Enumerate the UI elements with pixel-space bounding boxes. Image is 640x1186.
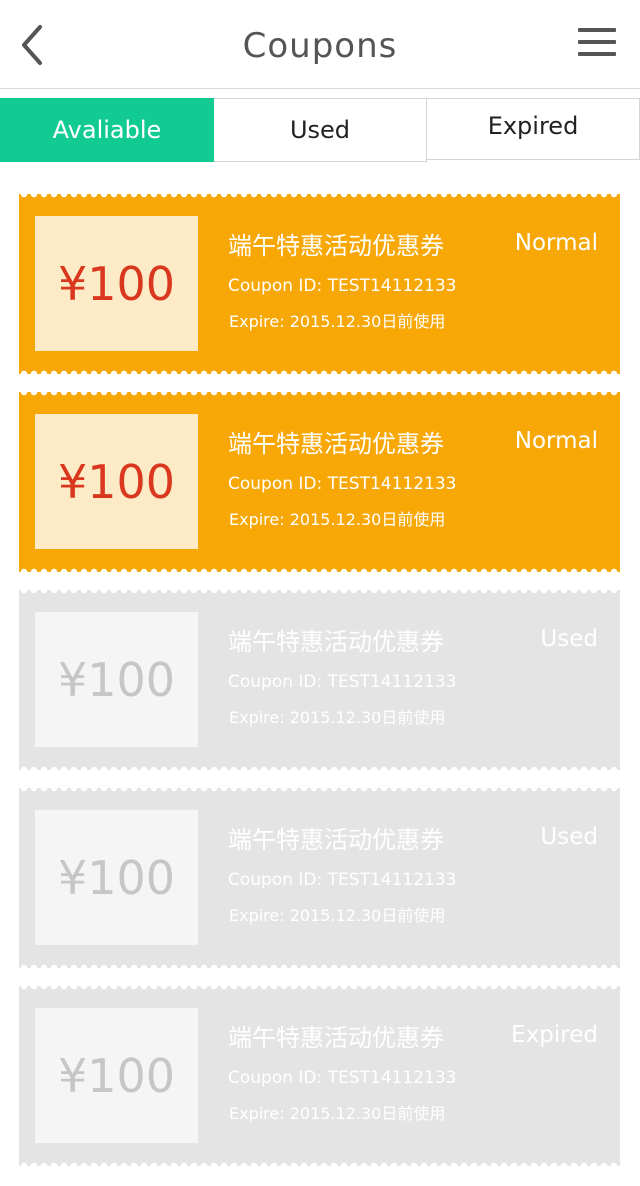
hamburger-menu-icon xyxy=(578,28,616,56)
tab-available[interactable]: Avaliable xyxy=(0,98,214,162)
coupon-title: 端午特惠活动优惠券 xyxy=(228,1024,444,1052)
menu-button[interactable] xyxy=(572,22,622,66)
coupon-status: Used xyxy=(540,626,598,652)
coupon-edge-bottom xyxy=(19,368,620,374)
coupon-expire: Expire: 2015.12.30日前使用 xyxy=(229,906,446,925)
coupon-tabs: Avaliable Used Expired xyxy=(0,98,640,162)
coupon-body: ¥100 端午特惠活动优惠券 Used Coupon ID: TEST14112… xyxy=(19,792,620,964)
coupon-amount: ¥100 xyxy=(35,810,198,945)
coupon-expire: Expire: 2015.12.30日前使用 xyxy=(229,510,446,529)
coupon-edge-bottom xyxy=(19,566,620,572)
coupon-edge-bottom xyxy=(19,1160,620,1166)
coupon-id: Coupon ID: TEST14112133 xyxy=(228,276,457,296)
coupon-card[interactable]: ¥100 端午特惠活动优惠券 Used Coupon ID: TEST14112… xyxy=(19,590,620,770)
top-bar: Coupons xyxy=(0,0,640,89)
coupon-expire: Expire: 2015.12.30日前使用 xyxy=(229,312,446,331)
tab-used[interactable]: Used xyxy=(214,98,427,162)
coupon-edge-bottom xyxy=(19,764,620,770)
coupon-body: ¥100 端午特惠活动优惠券 Expired Coupon ID: TEST14… xyxy=(19,990,620,1162)
coupon-card[interactable]: ¥100 端午特惠活动优惠券 Normal Coupon ID: TEST141… xyxy=(19,194,620,374)
coupon-title: 端午特惠活动优惠券 xyxy=(228,232,444,260)
coupon-edge-bottom xyxy=(19,962,620,968)
coupon-amount: ¥100 xyxy=(35,1008,198,1143)
coupon-card[interactable]: ¥100 端午特惠活动优惠券 Expired Coupon ID: TEST14… xyxy=(19,986,620,1166)
coupon-title: 端午特惠活动优惠券 xyxy=(228,628,444,656)
coupon-id: Coupon ID: TEST14112133 xyxy=(228,1068,457,1088)
coupon-card[interactable]: ¥100 端午特惠活动优惠券 Used Coupon ID: TEST14112… xyxy=(19,788,620,968)
coupon-list: ¥100 端午特惠活动优惠券 Normal Coupon ID: TEST141… xyxy=(19,194,620,1186)
coupon-amount: ¥100 xyxy=(35,216,198,351)
page-title: Coupons xyxy=(242,26,398,66)
coupon-id: Coupon ID: TEST14112133 xyxy=(228,870,457,890)
coupon-amount: ¥100 xyxy=(35,414,198,549)
coupon-title: 端午特惠活动优惠券 xyxy=(228,826,444,854)
coupon-expire: Expire: 2015.12.30日前使用 xyxy=(229,1104,446,1123)
coupon-card[interactable]: ¥100 端午特惠活动优惠券 Normal Coupon ID: TEST141… xyxy=(19,392,620,572)
coupon-body: ¥100 端午特惠活动优惠券 Used Coupon ID: TEST14112… xyxy=(19,594,620,766)
coupon-expire: Expire: 2015.12.30日前使用 xyxy=(229,708,446,727)
coupon-status: Expired xyxy=(511,1022,598,1048)
tab-expired[interactable]: Expired xyxy=(427,98,640,160)
coupon-status: Used xyxy=(540,824,598,850)
coupon-status: Normal xyxy=(514,230,598,256)
coupon-id: Coupon ID: TEST14112133 xyxy=(228,672,457,692)
coupon-id: Coupon ID: TEST14112133 xyxy=(228,474,457,494)
coupon-title: 端午特惠活动优惠券 xyxy=(228,430,444,458)
coupon-body: ¥100 端午特惠活动优惠券 Normal Coupon ID: TEST141… xyxy=(19,198,620,370)
coupon-body: ¥100 端午特惠活动优惠券 Normal Coupon ID: TEST141… xyxy=(19,396,620,568)
coupon-status: Normal xyxy=(514,428,598,454)
coupon-amount: ¥100 xyxy=(35,612,198,747)
